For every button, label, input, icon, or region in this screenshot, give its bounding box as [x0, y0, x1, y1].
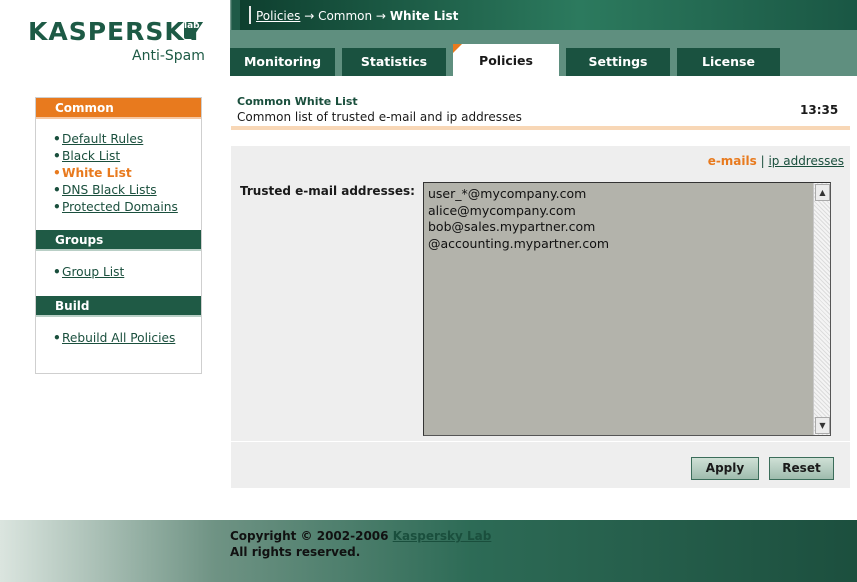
breadcrumb-divider [249, 6, 251, 24]
toggle-emails: e-mails [707, 154, 757, 168]
sidebar-link[interactable]: Black List [62, 149, 120, 163]
tab-policies[interactable]: Policies [453, 44, 559, 76]
trusted-emails-label: Trusted e-mail addresses: [240, 184, 415, 198]
product-name: Anti-Spam [132, 48, 205, 64]
list-type-toggle: e-mails | ip addresses [708, 154, 844, 168]
kaspersky-logo: KASPERSKY [28, 17, 204, 46]
tab-monitoring[interactable]: Monitoring [230, 48, 335, 76]
tab-label: Settings [588, 54, 648, 69]
address-list: user_*@mycompany.com alice@mycompany.com… [428, 186, 609, 252]
apply-button[interactable]: Apply [691, 457, 759, 480]
sidebar-link[interactable]: DNS Black Lists [62, 183, 157, 197]
logo-area: KASPERSKY lab Anti-Spam [0, 0, 230, 76]
sidebar-link[interactable]: Protected Domains [62, 200, 178, 214]
trusted-emails-textarea[interactable]: user_*@mycompany.com alice@mycompany.com… [423, 182, 831, 436]
footer-copyright: Copyright © 2002-2006 Kaspersky Lab All … [230, 528, 491, 560]
sidebar-item-default-rules[interactable]: •Default Rules [53, 131, 201, 148]
tab-label: Statistics [360, 54, 428, 69]
sidebar-section-groups: Groups [36, 230, 201, 251]
tab-statistics[interactable]: Statistics [342, 48, 446, 76]
sidebar: Common •Default Rules •Black List •White… [35, 97, 202, 374]
sidebar-item-group-list[interactable]: •Group List [53, 264, 201, 281]
tab-license[interactable]: License [677, 48, 780, 76]
page-title: Common White List [237, 95, 358, 108]
sidebar-item-protected-domains[interactable]: •Protected Domains [53, 199, 201, 216]
bullet-icon: • [53, 132, 61, 146]
sidebar-item-white-list[interactable]: •White List [53, 165, 201, 182]
address-line: user_*@mycompany.com [428, 186, 587, 201]
address-line: @accounting.mypartner.com [428, 235, 610, 251]
white-list-panel: e-mails | ip addresses Trusted e-mail ad… [231, 146, 850, 488]
sidebar-item-black-list[interactable]: •Black List [53, 148, 201, 165]
vertical-scrollbar[interactable]: ▲ ▼ [813, 183, 830, 435]
logo-lab-badge: lab [184, 22, 200, 39]
copyright-text: Copyright © 2002-2006 [230, 529, 393, 543]
breadcrumb-link-policies[interactable]: Policies [256, 9, 300, 23]
address-line: alice@mycompany.com [428, 202, 576, 218]
clock: 13:35 [800, 103, 839, 117]
bullet-icon: • [53, 200, 61, 214]
breadcrumb-current: White List [389, 9, 459, 23]
sidebar-link[interactable]: White List [62, 166, 132, 180]
toggle-ip-addresses-link[interactable]: ip addresses [768, 154, 844, 168]
address-line: bob@sales.mypartner.com [428, 219, 596, 234]
sidebar-list-groups: •Group List [36, 251, 201, 296]
reset-button[interactable]: Reset [769, 457, 834, 480]
bullet-icon: • [53, 166, 61, 180]
panel-divider [231, 441, 850, 442]
sidebar-section-common: Common [36, 98, 201, 119]
copyright-line: Copyright © 2002-2006 Kaspersky Lab [230, 528, 491, 544]
sidebar-link[interactable]: Rebuild All Policies [62, 331, 175, 345]
sidebar-item-dns-black-lists[interactable]: •DNS Black Lists [53, 182, 201, 199]
rights-text: All rights reserved. [230, 545, 361, 559]
scroll-down-arrow-icon[interactable]: ▼ [815, 417, 830, 434]
toggle-separator: | [756, 154, 769, 168]
bullet-icon: • [53, 265, 61, 279]
bullet-icon: • [53, 183, 61, 197]
sidebar-section-build: Build [36, 296, 201, 317]
sidebar-link[interactable]: Group List [62, 265, 124, 279]
title-underline [231, 126, 850, 130]
kaspersky-lab-link[interactable]: Kaspersky Lab [393, 529, 492, 543]
sidebar-list-build: •Rebuild All Policies [36, 317, 201, 347]
breadcrumb-path: → Common → [300, 9, 390, 23]
breadcrumb: Policies → Common → White List [256, 9, 458, 23]
sidebar-list-common: •Default Rules •Black List •White List •… [36, 119, 201, 230]
page-subtitle: Common list of trusted e-mail and ip add… [237, 110, 522, 124]
tab-settings[interactable]: Settings [566, 48, 670, 76]
tab-corner-marker [453, 44, 462, 53]
sidebar-link[interactable]: Default Rules [62, 132, 143, 146]
tab-label: Policies [479, 53, 533, 68]
tab-label: Monitoring [243, 54, 322, 69]
bullet-icon: • [53, 331, 61, 345]
bullet-icon: • [53, 149, 61, 163]
tab-label: License [702, 54, 755, 69]
sidebar-item-rebuild-all-policies[interactable]: •Rebuild All Policies [53, 330, 201, 347]
scroll-up-arrow-icon[interactable]: ▲ [815, 184, 830, 201]
